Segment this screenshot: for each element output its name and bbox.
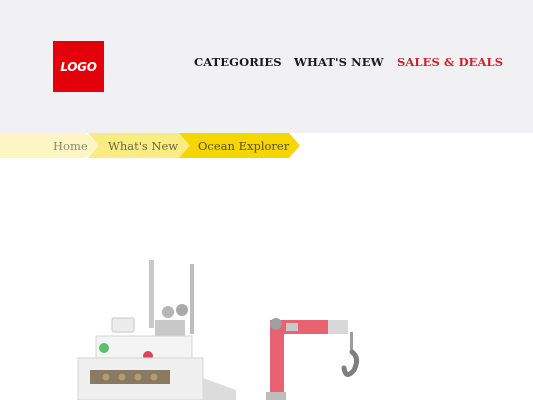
product-image xyxy=(0,160,533,400)
boat-pilot-top xyxy=(155,320,185,336)
nav-categories[interactable]: CATEGORIES xyxy=(194,55,282,69)
nav-sales-deals[interactable]: SALES & DEALS xyxy=(397,55,503,69)
crane-hook xyxy=(341,349,360,377)
breadcrumb-current: Ocean Explorer xyxy=(178,133,300,158)
boat-mast-left xyxy=(149,260,154,328)
boat-bollard xyxy=(162,306,174,318)
main-nav: CATEGORIES WHAT'S NEW SALES & DEALS xyxy=(0,55,533,71)
boat-stud xyxy=(150,373,158,381)
boat-stud xyxy=(118,373,126,381)
boat-radar xyxy=(111,317,135,333)
boat-stud xyxy=(102,373,110,381)
boat-hull-deck xyxy=(90,370,170,384)
site-header: LOGO CATEGORIES WHAT'S NEW SALES & DEALS xyxy=(0,0,533,133)
breadcrumb-whats-new[interactable]: What's New xyxy=(88,133,190,158)
boat-mast-right xyxy=(190,264,194,334)
crane-cable xyxy=(350,332,353,350)
boat-stud xyxy=(134,373,142,381)
product-illustration xyxy=(77,260,360,400)
crane-joint xyxy=(286,323,298,331)
boat-stern xyxy=(203,378,236,400)
crane-pivot xyxy=(270,318,282,330)
crane-base xyxy=(266,392,286,400)
breadcrumb: Home What's New Ocean Explorer xyxy=(0,133,533,158)
boat-bollard xyxy=(176,304,188,316)
crane-end xyxy=(328,320,348,334)
crane-arm xyxy=(270,320,284,392)
breadcrumb-home[interactable]: Home xyxy=(0,133,98,158)
boat-green-light xyxy=(99,343,109,353)
nav-whats-new[interactable]: WHAT'S NEW xyxy=(294,55,384,69)
